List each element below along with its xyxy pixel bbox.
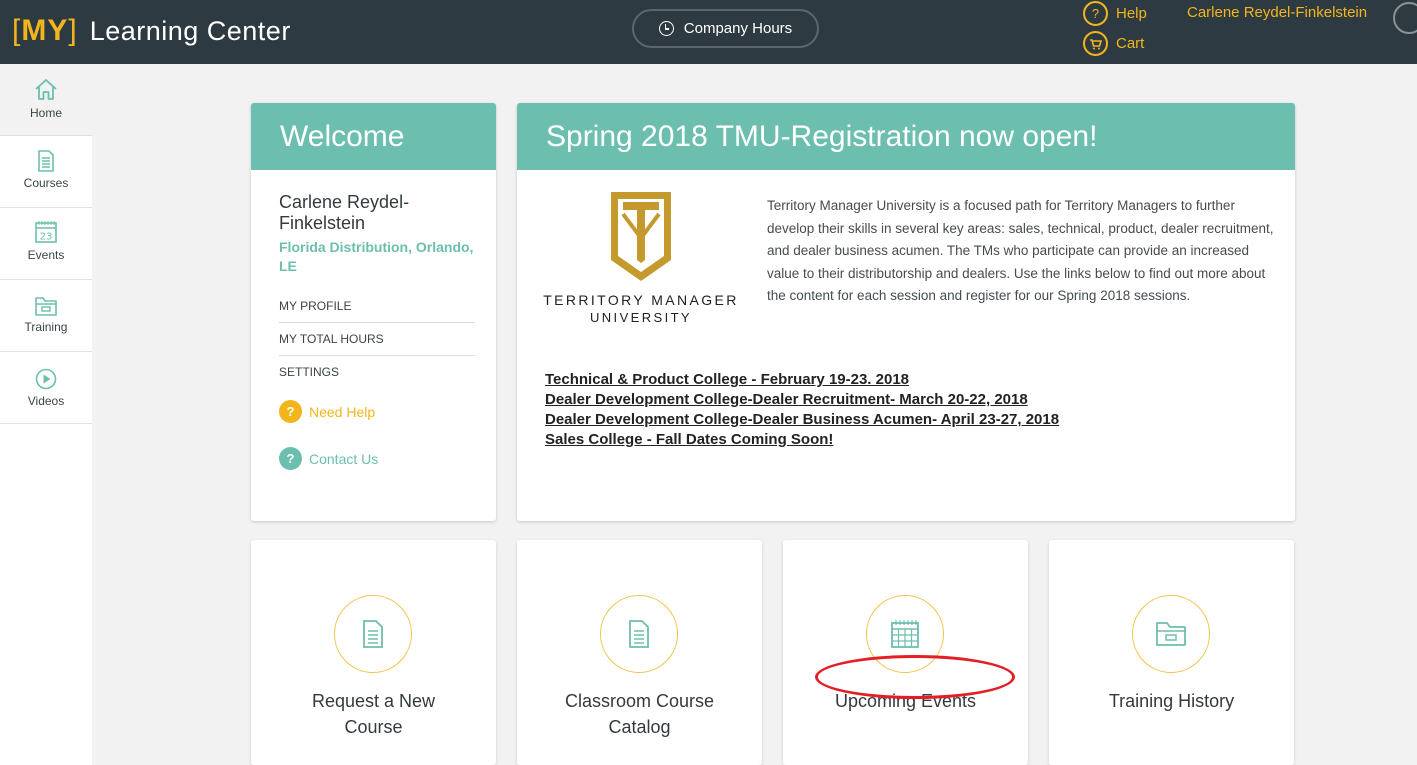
my-profile-link[interactable]: MY PROFILE <box>279 290 475 323</box>
tmu-logo-line2: UNIVERSITY <box>589 310 692 325</box>
user-avatar-icon[interactable] <box>1393 2 1417 34</box>
tmu-logo-line1: TERRITORY MANAGER <box>543 292 739 308</box>
help-link[interactable]: ? Help <box>1083 1 1147 26</box>
tile-label: Upcoming Events <box>834 691 977 711</box>
need-help-link[interactable]: ? Need Help <box>279 400 474 423</box>
cart-link[interactable]: Cart <box>1083 31 1144 56</box>
promo-description: Territory Manager University is a focuse… <box>767 198 1274 303</box>
welcome-user-location: Florida Distribution, Orlando, LE <box>279 239 474 274</box>
sidebar-item-label: Events <box>27 248 65 262</box>
folder-icon <box>1156 622 1186 646</box>
calendar-icon <box>891 620 919 648</box>
contact-us-label: Contact Us <box>309 450 379 467</box>
top-bar: [MY] Learning Center Company Hours ? Hel… <box>0 0 1417 64</box>
sidebar-item-training[interactable]: Training <box>0 280 92 352</box>
question-icon: ? <box>279 447 302 470</box>
user-name-link[interactable]: Carlene Reydel-Finkelstein <box>1187 4 1367 21</box>
sidebar-item-home[interactable]: Home <box>0 64 92 136</box>
promo-links: Technical & Product College - February 1… <box>545 370 1059 450</box>
tile-label: Classroom Course Catalog <box>564 691 715 737</box>
tile-classroom-course-catalog[interactable]: Classroom Course Catalog <box>517 540 762 765</box>
sidebar-item-events[interactable]: 23 Events <box>0 208 92 280</box>
company-hours-label: Company Hours <box>683 20 793 37</box>
promo-link-technical[interactable]: Technical & Product College - February 1… <box>545 370 1059 390</box>
sidebar-item-label: Home <box>29 106 62 120</box>
settings-link[interactable]: SETTINGS <box>279 356 475 388</box>
company-hours-button[interactable]: Company Hours <box>632 9 819 48</box>
clock-icon <box>658 21 674 36</box>
tile-request-new-course[interactable]: Request a New Course <box>251 540 496 765</box>
sidebar-item-label: Videos <box>27 394 65 408</box>
cart-icon <box>1083 31 1108 56</box>
tmu-promo-card: Spring 2018 TMU-Registration now open! T… <box>517 103 1295 521</box>
tile-label: Request a New Course <box>311 691 436 737</box>
sidebar: Home Courses 23 Events Training Videos <box>0 64 92 765</box>
play-icon <box>35 368 57 390</box>
tile-training-history[interactable]: Training History <box>1049 540 1294 765</box>
document-icon <box>38 150 54 172</box>
home-icon <box>35 79 57 100</box>
sidebar-item-videos[interactable]: Videos <box>0 352 92 424</box>
tmu-shield-icon <box>611 192 671 281</box>
my-total-hours-link[interactable]: MY TOTAL HOURS <box>279 323 475 356</box>
question-icon: ? <box>279 400 302 423</box>
brand-title: Learning Center <box>89 15 291 46</box>
help-icon: ? <box>1083 1 1108 26</box>
promo-link-dealer-recruitment[interactable]: Dealer Development College-Dealer Recrui… <box>545 390 1059 410</box>
folder-icon <box>35 297 57 316</box>
tile-label: Training History <box>1108 691 1235 711</box>
tile-icon-ring <box>1132 595 1210 673</box>
calendar-icon: 23 <box>35 221 57 243</box>
document-icon <box>629 620 649 648</box>
welcome-title: Welcome <box>251 103 496 170</box>
need-help-label: Need Help <box>309 403 376 420</box>
contact-us-link[interactable]: ? Contact Us <box>279 447 474 470</box>
promo-title: Spring 2018 TMU-Registration now open! <box>517 103 1295 170</box>
sidebar-item-label: Training <box>24 320 68 334</box>
promo-link-dealer-acumen[interactable]: Dealer Development College-Dealer Busine… <box>545 410 1059 430</box>
sidebar-item-label: Courses <box>23 176 69 190</box>
welcome-user-name: Carlene Reydel-Finkelstein <box>279 192 410 233</box>
promo-link-sales[interactable]: Sales College - Fall Dates Coming Soon! <box>545 430 1059 450</box>
help-label: Help <box>1116 5 1147 22</box>
brand-box: [MY] <box>12 14 78 47</box>
document-icon <box>363 620 383 648</box>
welcome-card: Welcome Carlene Reydel-Finkelstein Flori… <box>251 103 496 521</box>
brand-logo[interactable]: [MY] Learning Center <box>12 14 291 48</box>
tmu-logo: TERRITORY MANAGER UNIVERSITY <box>535 190 747 330</box>
tile-icon-ring <box>334 595 412 673</box>
sidebar-item-courses[interactable]: Courses <box>0 136 92 208</box>
svg-text:23: 23 <box>40 232 53 243</box>
tile-icon-ring <box>600 595 678 673</box>
cart-label: Cart <box>1116 35 1145 52</box>
tile-icon-ring <box>866 595 944 673</box>
tile-upcoming-events[interactable]: Upcoming Events <box>783 540 1028 765</box>
